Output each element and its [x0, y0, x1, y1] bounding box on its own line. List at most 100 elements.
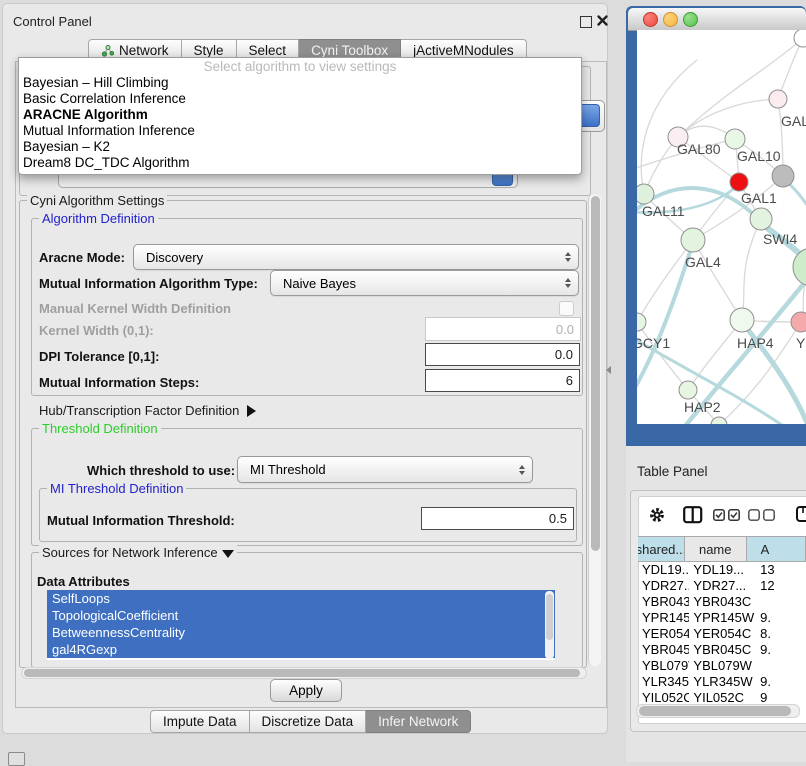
table-cell: YPR145W	[689, 610, 756, 626]
network-node-gcy1[interactable]	[637, 313, 646, 331]
hub-definition-expander[interactable]: Hub/Transcription Factor Definition	[39, 403, 256, 418]
column-header-a[interactable]: A	[747, 536, 806, 562]
network-canvas[interactable]: GALGAL80GAL10GAL1SWI4GAL11GAL4GCY1HAP4YH…	[637, 30, 806, 424]
algorithm-option-dream8-dc-tdc-algorithm[interactable]: Dream8 DC_TDC Algorithm	[19, 155, 581, 171]
unchecked-columns-icon[interactable]	[748, 509, 776, 521]
network-node-y[interactable]	[791, 312, 806, 332]
node-label: GAL	[781, 113, 806, 129]
table-cell: YBR045C	[689, 642, 756, 658]
tab-label: Network	[119, 43, 169, 58]
attribute-item-betweennesscentrality[interactable]: BetweennessCentrality	[47, 624, 555, 641]
network-node-gal4[interactable]	[681, 228, 705, 252]
which-threshold-combo[interactable]: MI Threshold	[237, 456, 533, 483]
attribute-item-topologicalcoefficient[interactable]: TopologicalCoefficient	[47, 607, 555, 624]
aracne-mode-combo[interactable]: Discovery	[133, 244, 579, 270]
tab-infer-network[interactable]: Infer Network	[366, 710, 471, 733]
algorithm-option-bayesian-hill-climbing[interactable]: Bayesian – Hill Climbing	[19, 75, 581, 91]
mi-type-combo[interactable]: Naive Bayes	[270, 270, 579, 296]
network-node[interactable]	[793, 248, 806, 286]
algorithm-option-bayesian-k2[interactable]: Bayesian – K2	[19, 139, 581, 155]
network-edge[interactable]	[742, 219, 761, 320]
mi-threshold-label: Mutual Information Threshold:	[47, 513, 235, 528]
mi-steps-value: 6	[566, 373, 573, 388]
table-cell	[756, 658, 806, 674]
column-header-shared[interactable]: shared...	[638, 536, 685, 562]
table-row[interactable]: YDL19...YDL19...13	[638, 562, 806, 578]
network-edge[interactable]	[778, 38, 803, 99]
column-header-name[interactable]: name	[685, 536, 747, 562]
settings-vertical-scrollbar[interactable]	[588, 194, 601, 666]
node-label: GAL1	[741, 190, 777, 206]
node-label: GAL11	[642, 203, 685, 219]
network-node-gal10[interactable]	[725, 129, 745, 149]
attributes-list-scrollbar[interactable]	[545, 591, 554, 659]
network-edge[interactable]	[693, 240, 742, 320]
table-row[interactable]: YER054CYER054C8.	[638, 626, 806, 642]
checked-columns-icon[interactable]	[713, 509, 741, 521]
hub-definition-label: Hub/Transcription Factor Definition	[39, 403, 239, 418]
splitter-collapse-icon[interactable]	[606, 366, 611, 374]
network-window-titlebar[interactable]	[628, 8, 806, 31]
network-node-hap2[interactable]	[679, 381, 697, 399]
network-edge[interactable]	[778, 99, 783, 176]
table-row[interactable]: YIL052CYIL052C9	[638, 690, 806, 704]
network-node-swi4[interactable]	[750, 208, 772, 230]
node-label: HAP2	[684, 399, 721, 415]
network-node-gal1[interactable]	[730, 173, 748, 191]
table-cell: YPR145W	[638, 610, 689, 626]
apply-button[interactable]: Apply	[270, 679, 342, 702]
table-horizontal-scrollbar[interactable]	[636, 704, 800, 718]
zoom-traffic-light[interactable]	[683, 12, 698, 27]
kernel-width-field[interactable]: 0.0	[425, 317, 581, 341]
combo-arrows-icon	[512, 465, 532, 475]
settings-horizontal-scrollbar[interactable]	[21, 667, 587, 679]
manual-kernel-checkbox[interactable]	[559, 301, 574, 316]
table-row[interactable]: YBR045CYBR045C9.	[638, 642, 806, 658]
tab-impute-data[interactable]: Impute Data	[150, 710, 250, 733]
table-cell: YIL052C	[689, 690, 756, 704]
attribute-item-selfloops[interactable]: SelfLoops	[47, 590, 555, 607]
algorithm-option-mutual-information-inference[interactable]: Mutual Information Inference	[19, 123, 581, 139]
expand-right-icon	[247, 405, 256, 417]
data-attributes-list: SelfLoopsTopologicalCoefficientBetweenne…	[47, 590, 555, 660]
network-node[interactable]	[772, 165, 794, 187]
table-row[interactable]: YBL079WYBL079W	[638, 658, 806, 674]
table-cell: YDR27...	[638, 578, 689, 594]
tab-discretize-data[interactable]: Discretize Data	[250, 710, 367, 733]
bottom-tabs: Impute DataDiscretize DataInfer Network	[150, 710, 471, 733]
algorithm-option-basic-correlation-inference[interactable]: Basic Correlation Inference	[19, 91, 581, 107]
close-window-icon[interactable]	[596, 14, 609, 27]
network-node-gal[interactable]	[769, 90, 787, 108]
dpi-tolerance-field[interactable]: 0.0	[425, 343, 580, 366]
network-node-gal11[interactable]	[637, 184, 654, 204]
column-view-icon[interactable]	[683, 506, 703, 524]
network-edge[interactable]	[637, 240, 693, 322]
sources-group-title[interactable]: Sources for Network Inference	[39, 545, 237, 560]
collapsed-panel-icon[interactable]	[8, 752, 25, 766]
float-window-icon[interactable]	[580, 16, 592, 28]
gear-icon[interactable]	[648, 506, 666, 524]
minimize-traffic-light[interactable]	[663, 12, 678, 27]
mi-threshold-field[interactable]: 0.5	[421, 507, 574, 530]
network-edge[interactable]	[688, 320, 742, 390]
network-node-hap4[interactable]	[730, 308, 754, 332]
algorithm-dropdown: Select algorithm to view settings Bayesi…	[18, 57, 582, 175]
algorithm-option-aracne-algorithm[interactable]: ARACNE Algorithm	[19, 107, 581, 123]
table-row[interactable]: YLR345WYLR345W9.	[638, 674, 806, 690]
mi-steps-field[interactable]: 6	[425, 369, 580, 392]
close-traffic-light[interactable]	[643, 12, 658, 27]
manual-kernel-label: Manual Kernel Width Definition	[39, 301, 231, 316]
node-label: GAL4	[685, 254, 721, 270]
attribute-item-gal4rgexp[interactable]: gal4RGexp	[47, 641, 555, 658]
mi-threshold-group-title: MI Threshold Definition	[47, 481, 186, 496]
table-cell: YBR043C	[689, 594, 756, 610]
table-row[interactable]: YPR145WYPR145W9.	[638, 610, 806, 626]
partial-table-icon[interactable]	[796, 505, 806, 523]
node-table: shared...nameA YDL19...YDL19...13YDR27..…	[638, 536, 806, 704]
combo-arrows-icon	[558, 278, 578, 288]
table-row[interactable]: YBR043CYBR043C	[638, 594, 806, 610]
table-row[interactable]: YDR27...YDR27...12	[638, 578, 806, 594]
node-label: GAL80	[677, 141, 721, 157]
table-body: YDL19...YDL19...13YDR27...YDR27...12YBR0…	[638, 562, 806, 704]
table-cell: 9	[756, 690, 806, 704]
